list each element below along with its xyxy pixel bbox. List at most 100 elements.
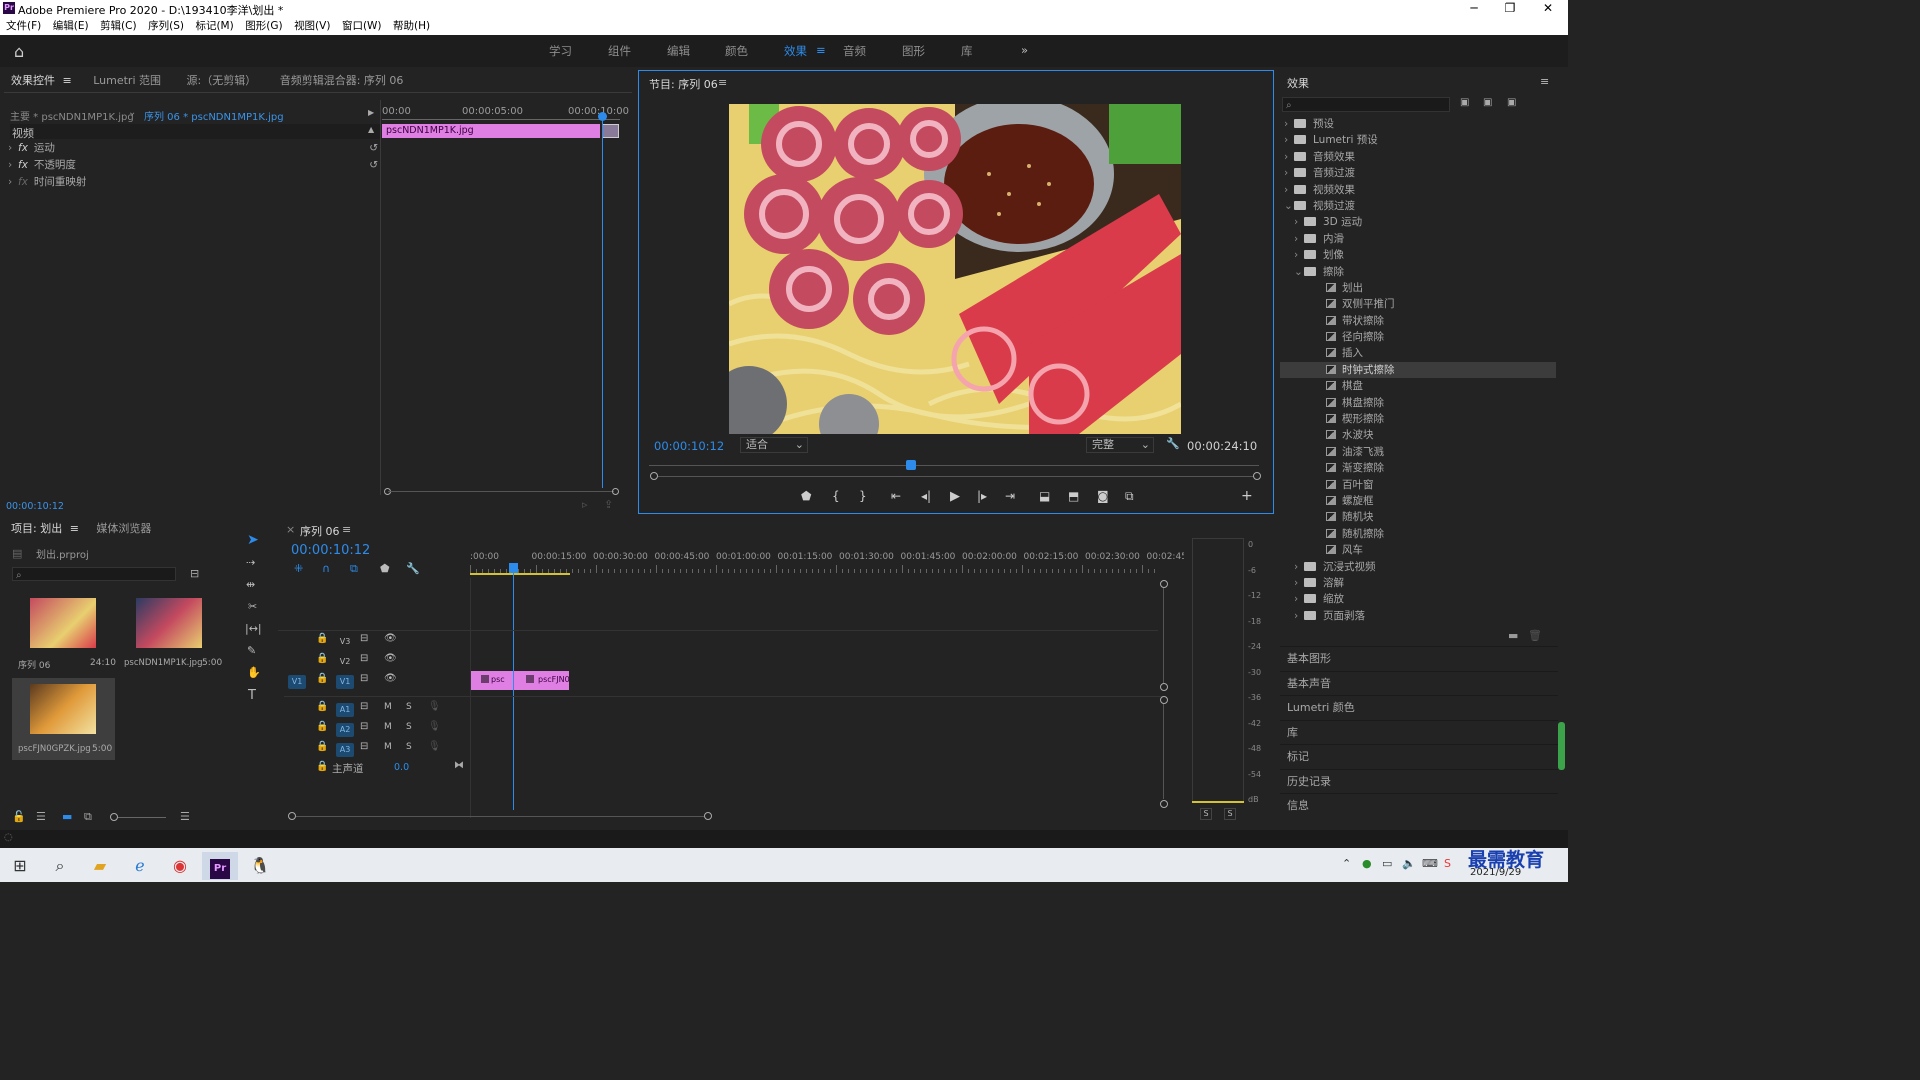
horizontal-zoom-handle[interactable]	[704, 812, 712, 820]
tray-chevron-icon[interactable]: ⌃	[1342, 857, 1351, 870]
workspace-menu-icon[interactable]: ≡	[816, 43, 826, 57]
toggle-sync-lock-icon[interactable]: ⊟	[360, 673, 368, 684]
tab-lumetri-scopes[interactable]: Lumetri 范围	[93, 74, 161, 87]
step-back-icon[interactable]: ◂|	[921, 489, 931, 503]
toggle-sync-lock-icon[interactable]: ⊟	[360, 633, 368, 644]
workspace-audio[interactable]: 音频	[843, 43, 866, 59]
effects-folder[interactable]: › 缩放	[1280, 591, 1556, 607]
chevron-right-icon[interactable]: ›	[1294, 591, 1304, 607]
effects-folder[interactable]: › Lumetri 预设	[1280, 132, 1556, 148]
effect-item[interactable]: 水波块	[1280, 427, 1556, 443]
maximize-button[interactable]: ❐	[1492, 0, 1528, 18]
source-patch-v1[interactable]: V1	[288, 674, 306, 689]
workspace-color[interactable]: 颜色	[725, 43, 748, 59]
selection-tool-icon[interactable]: ➤	[247, 532, 259, 548]
chevron-right-icon[interactable]: ›	[1294, 231, 1304, 247]
project-item[interactable]: pscNDN1MP1K.jpg 5:00	[120, 592, 224, 672]
collapsed-panel-header[interactable]: 基本图形	[1280, 646, 1558, 671]
track-select-tool-icon[interactable]: ⇢	[246, 556, 255, 569]
workspace-learn[interactable]: 学习	[549, 43, 572, 59]
slip-tool-icon[interactable]: |↔|	[245, 622, 262, 635]
panel-menu-icon[interactable]: ≡	[70, 522, 79, 535]
effect-item[interactable]: 随机块	[1280, 509, 1556, 525]
effects-folder[interactable]: › 内滑	[1280, 231, 1556, 247]
chevron-down-icon[interactable]: ⌄	[1294, 264, 1304, 280]
timeline-timecode[interactable]: 00:00:10:12	[291, 543, 370, 558]
file-explorer-icon[interactable]: ▰	[82, 852, 118, 880]
effect-item[interactable]: 螺旋框	[1280, 493, 1556, 509]
accelerated-effects-icon[interactable]: ▣	[1460, 97, 1469, 108]
horizontal-zoom-handle[interactable]	[288, 812, 296, 820]
project-search-input[interactable]: ⌕	[12, 567, 176, 581]
toggle-sync-lock-icon[interactable]: ⊟	[360, 653, 368, 664]
project-item[interactable]: pscFJN0GPZK.jpg 5:00	[12, 678, 115, 760]
hand-tool-icon[interactable]: ✋	[247, 666, 261, 679]
solo-right-button[interactable]: S	[1224, 808, 1236, 820]
zoom-handle-right[interactable]	[1253, 472, 1261, 480]
add-marker-icon[interactable]: ⬟	[801, 489, 811, 503]
qq-icon[interactable]: 🐧	[242, 852, 278, 880]
windows-start-icon[interactable]: ⊞	[2, 852, 38, 880]
chrome-icon[interactable]: ◉	[162, 852, 198, 880]
wrench-icon[interactable]: 🔧	[1166, 437, 1180, 450]
play-icon[interactable]: ▶	[950, 489, 960, 504]
program-ruler[interactable]	[649, 465, 1259, 471]
workspace-effects[interactable]: 效果	[784, 43, 807, 59]
go-to-out-icon[interactable]: ⇥	[1005, 489, 1015, 503]
ime-icon[interactable]: ⌨	[1422, 857, 1438, 870]
work-area-bar[interactable]	[470, 573, 570, 575]
ripple-edit-tool-icon[interactable]: ⇹	[246, 578, 255, 591]
tab-project[interactable]: 项目: 划出	[11, 522, 62, 535]
effects-folder[interactable]: › 3D 运动	[1280, 214, 1556, 230]
chevron-right-icon[interactable]: ›	[1294, 247, 1304, 263]
effect-item[interactable]: 百叶窗	[1280, 477, 1556, 493]
go-to-in-icon[interactable]: ⇤	[891, 489, 901, 503]
eye-icon[interactable]: 👁	[384, 653, 397, 664]
zoom-handle-left[interactable]	[650, 472, 658, 480]
mute-button[interactable]: M	[384, 722, 392, 732]
microphone-icon[interactable]: 🎙	[428, 721, 441, 732]
lock-icon[interactable]: 🔒	[316, 721, 328, 732]
sort-icon[interactable]: ☰	[180, 810, 190, 823]
lock-icon[interactable]: 🔒	[316, 673, 328, 684]
lock-icon[interactable]: 🔒	[316, 741, 328, 752]
new-bin-icon[interactable]: ▬	[1508, 629, 1518, 642]
effect-item[interactable]: 风车	[1280, 542, 1556, 558]
tray-app-icon[interactable]: ●	[1362, 857, 1372, 870]
razor-tool-icon[interactable]: ✂	[248, 600, 257, 613]
effect-item[interactable]: 棋盘	[1280, 378, 1556, 394]
internet-explorer-icon[interactable]: ℯ	[122, 852, 158, 880]
timeline-clip[interactable]: psc	[471, 671, 513, 690]
reset-icon[interactable]: ↺	[369, 140, 378, 156]
close-tab-icon[interactable]: ×	[286, 523, 295, 536]
effect-row-motion[interactable]: › fx 运动 ↺	[8, 140, 380, 157]
effects-folder[interactable]: › 预设	[1280, 116, 1556, 132]
timeline-ruler[interactable]: :00:00 00:00:15:00 00:00:30:00 00:00:45:00 0…	[470, 552, 1190, 576]
zoom-slider[interactable]	[110, 813, 118, 821]
track-label-v2[interactable]: V2	[336, 654, 354, 669]
lock-icon[interactable]: 🔒	[316, 761, 328, 772]
lock-icon[interactable]: 🔒	[316, 633, 328, 644]
sogou-icon[interactable]: S	[1444, 857, 1451, 870]
effect-item[interactable]: 棋盘擦除	[1280, 395, 1556, 411]
search-icon[interactable]: ⌕	[42, 852, 78, 880]
effects-search-input[interactable]: ⌕	[1282, 97, 1450, 112]
eye-icon[interactable]: 👁	[384, 673, 397, 684]
collapse-icon[interactable]: ▲	[368, 125, 374, 134]
new-search-bin-icon[interactable]: ⊟	[190, 567, 199, 580]
effects-folder[interactable]: ⌄ 视频过渡	[1280, 198, 1556, 214]
microphone-icon[interactable]: 🎙	[428, 741, 441, 752]
effect-item[interactable]: 渐变擦除	[1280, 460, 1556, 476]
collapsed-panel-header[interactable]: 基本声音	[1280, 670, 1558, 696]
menu-graphics[interactable]: 图形(G)	[245, 18, 282, 35]
fx-icon[interactable]: fx	[18, 159, 28, 171]
effect-item[interactable]: 时钟式擦除	[1280, 361, 1556, 379]
menu-clip[interactable]: 剪辑(C)	[100, 18, 137, 35]
toggle-sync-lock-icon[interactable]: ⊟	[360, 701, 368, 712]
snap-icon[interactable]: ∩	[322, 562, 330, 575]
workspace-editing[interactable]: 编辑	[667, 43, 690, 59]
menu-window[interactable]: 窗口(W)	[342, 18, 382, 35]
collapsed-panel-header[interactable]: 历史记录	[1280, 768, 1558, 794]
effect-item[interactable]: 插入	[1280, 345, 1556, 361]
delete-icon[interactable]: 🗑	[1528, 629, 1542, 642]
